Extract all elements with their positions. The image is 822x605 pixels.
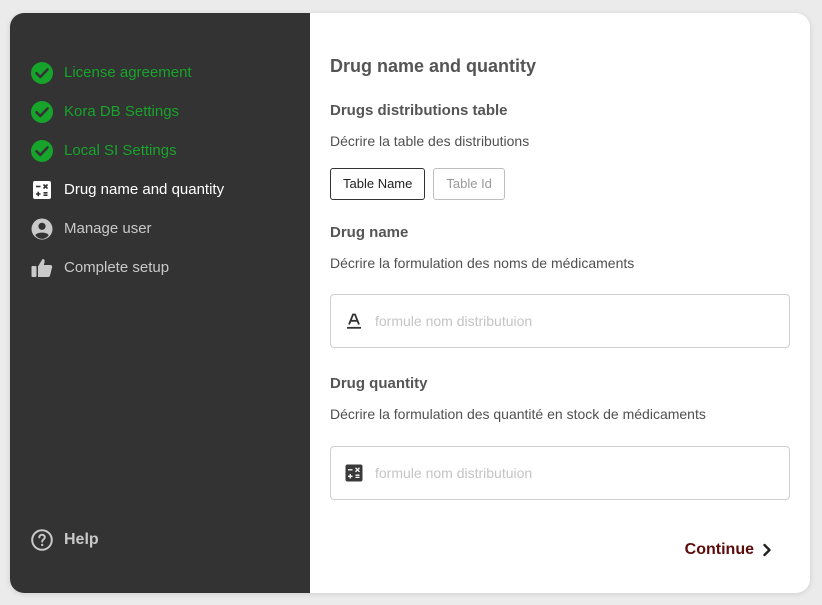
step-complete-setup[interactable]: Complete setup [30,248,224,287]
drug-quantity-input[interactable] [373,464,789,482]
step-manage-user[interactable]: Manage user [30,209,224,248]
help-circle-icon [31,529,53,551]
thumbs-up-icon [31,258,53,277]
text-format-icon [347,313,361,329]
page-title: Drug name and quantity [330,56,537,76]
calculator-icon [345,464,363,482]
step-label: Kora DB Settings [64,103,180,120]
step-label: License agreement [64,64,192,81]
drug-name-section-title: Drug name [330,224,409,241]
step-label: Drug name and quantity [64,181,225,198]
chevron-right-icon [763,543,771,557]
user-circle-icon [31,218,53,239]
setup-card: License agreement Kora DB Settings Local… [10,13,810,593]
distributions-description: Décrire la table des distributions [330,133,530,149]
check-circle-icon [31,61,53,84]
check-circle-icon [31,139,53,162]
tab-table-name[interactable]: Table Name [330,168,426,200]
drug-name-field[interactable] [330,294,790,348]
calculator-icon [33,180,51,199]
step-label: Complete setup [64,259,170,276]
tab-table-id[interactable]: Table Id [433,168,505,200]
drug-name-input[interactable] [373,312,789,330]
drug-quantity-field[interactable] [330,446,790,500]
step-kora-db-settings[interactable]: Kora DB Settings [30,92,224,131]
continue-button[interactable]: Continue [685,541,774,559]
check-circle-icon [31,100,53,123]
help-link[interactable]: Help [30,528,99,552]
step-license-agreement[interactable]: License agreement [30,53,224,92]
step-drug-name-and-quantity[interactable]: Drug name and quantity [30,170,224,209]
main-panel: Drug name and quantity Drugs distributio… [330,13,790,593]
table-mode-tabs: Table Name Table Id [330,168,505,200]
step-label: Local SI Settings [64,142,177,159]
sidebar: License agreement Kora DB Settings Local… [10,13,310,593]
continue-label: Continue [684,541,754,558]
steps-list: License agreement Kora DB Settings Local… [30,53,224,287]
help-label: Help [64,531,99,548]
drug-quantity-description: Décrire la formulation des quantité en s… [330,406,706,422]
step-local-si-settings[interactable]: Local SI Settings [30,131,224,170]
drug-name-description: Décrire la formulation des noms de médic… [330,255,635,271]
distributions-section-title: Drugs distributions table [330,102,508,119]
drug-quantity-section-title: Drug quantity [330,375,428,392]
step-label: Manage user [64,220,152,237]
